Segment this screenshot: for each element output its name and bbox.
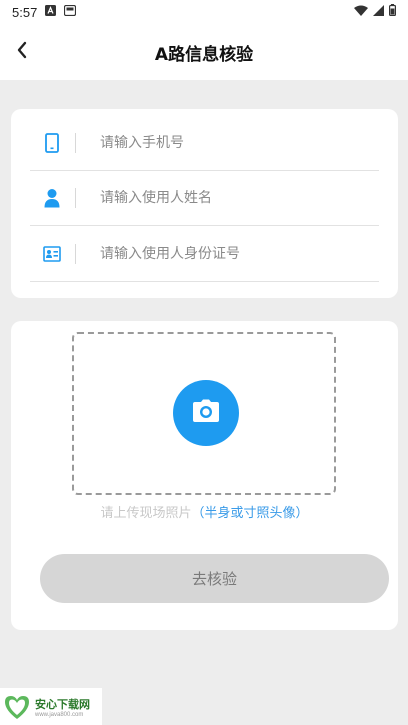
watermark-name: 安心下载网 <box>35 697 90 711</box>
camera-icon <box>192 399 220 427</box>
name-input[interactable] <box>100 190 340 206</box>
a-notification-icon <box>45 4 57 20</box>
signal-icon <box>373 4 384 20</box>
person-icon <box>30 188 74 208</box>
cast-notification-icon <box>64 4 77 20</box>
status-time: 5:57 <box>12 4 38 20</box>
id-card-row <box>30 227 379 282</box>
upload-hint: 请上传现场照片（半身或寸照头像） <box>11 502 398 521</box>
divider <box>75 133 76 153</box>
status-bar: 5:57 <box>0 0 408 24</box>
id-card-input[interactable] <box>100 246 340 262</box>
id-card-icon <box>30 246 74 262</box>
phone-row <box>30 116 379 171</box>
chevron-left-icon <box>16 41 28 63</box>
divider <box>75 188 76 208</box>
nav-bar: A路信息核验 <box>0 24 408 80</box>
wifi-icon <box>354 5 368 20</box>
input-card <box>11 109 398 298</box>
watermark: 安心下载网 www.java800.com <box>0 688 102 725</box>
name-row <box>30 171 379 226</box>
camera-button[interactable] <box>173 380 239 446</box>
heart-logo-icon <box>3 693 31 721</box>
page-title: A路信息核验 <box>154 44 254 65</box>
back-button[interactable] <box>6 36 38 68</box>
phone-input[interactable] <box>100 135 340 151</box>
battery-icon <box>389 4 397 20</box>
upload-hint-main: 请上传现场照片 <box>100 506 192 521</box>
divider <box>75 244 76 264</box>
photo-upload-area[interactable] <box>72 332 336 495</box>
upload-hint-accent: （半身或寸照头像） <box>191 506 309 521</box>
phone-icon <box>30 133 74 153</box>
upload-card: 请上传现场照片（半身或寸照头像） 去核验 <box>11 321 398 630</box>
verify-button[interactable]: 去核验 <box>40 554 389 603</box>
watermark-url: www.java800.com <box>35 711 84 718</box>
